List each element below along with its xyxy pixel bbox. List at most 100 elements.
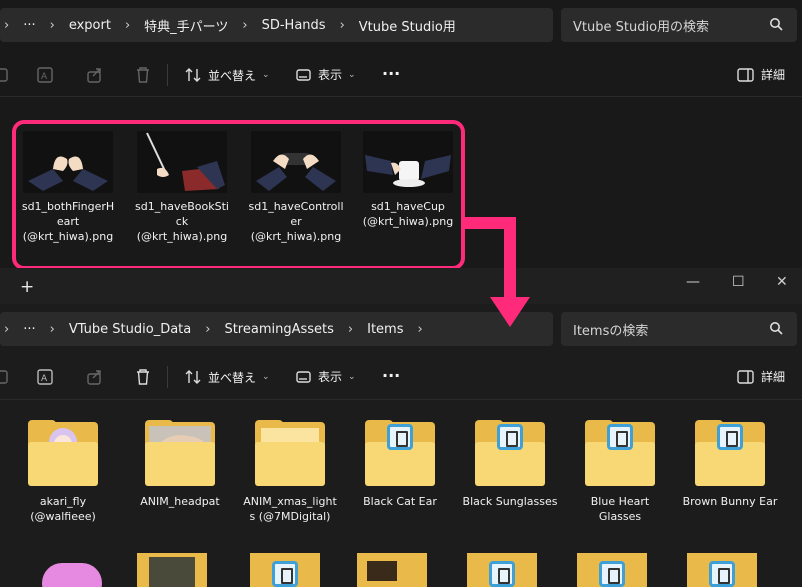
- chevron-down-icon: ⌄: [262, 372, 270, 382]
- search-box[interactable]: Itemsの検索: [561, 312, 797, 346]
- new-tab-button[interactable]: +: [20, 277, 34, 297]
- arrow-icon: [465, 217, 530, 327]
- details-label: 詳細: [761, 68, 786, 82]
- details-pane-icon: [737, 67, 754, 82]
- view-label: 表示: [318, 68, 343, 82]
- folder-name-line: ANIM_xmas_light: [243, 495, 337, 508]
- vtube-studio-icon: [599, 561, 625, 587]
- svg-text:A: A: [41, 72, 48, 82]
- chevron-icon: ›: [49, 321, 55, 337]
- search-icon: [770, 322, 783, 335]
- search-box[interactable]: Vtube Studio用の検索: [561, 8, 797, 42]
- divider: [0, 399, 802, 400]
- vtube-studio-icon: [709, 561, 735, 587]
- more-breadcrumbs-button[interactable]: ···: [23, 18, 35, 33]
- folder-item-partial[interactable]: [467, 553, 567, 587]
- folder-item[interactable]: Brown Bunny Ear: [680, 420, 780, 509]
- folder-item[interactable]: Black Sunglasses: [460, 420, 560, 509]
- delete-icon[interactable]: [134, 66, 152, 84]
- share-icon[interactable]: [86, 368, 104, 386]
- vtube-studio-icon: [607, 424, 633, 450]
- folder-icon: [475, 420, 545, 486]
- vtube-studio-icon: [489, 561, 515, 587]
- folder-name-line: Blue Heart: [590, 495, 650, 508]
- paste-icon[interactable]: [0, 368, 12, 386]
- chevron-icon: ›: [205, 321, 211, 337]
- paste-icon[interactable]: [0, 66, 12, 84]
- minimize-button[interactable]: —: [686, 274, 700, 290]
- folder-item[interactable]: Black Cat Ear: [350, 420, 450, 509]
- folder-item[interactable]: Blue Heart Glasses: [570, 420, 670, 524]
- chevron-icon: ›: [347, 321, 354, 337]
- folder-icon: [585, 420, 655, 486]
- chevron-icon: ›: [49, 17, 55, 33]
- view-icon: [296, 370, 311, 383]
- rename-icon[interactable]: A: [36, 368, 54, 386]
- sort-label: 並べ替え: [208, 68, 257, 83]
- folder-item-partial[interactable]: [577, 553, 677, 587]
- chevron-icon: ›: [4, 17, 10, 33]
- folder-name-line: ANIM_headpat: [140, 495, 220, 508]
- folder-name-line: Black Cat Ear: [363, 495, 437, 508]
- address-bar[interactable]: › ··· › export › 特典_手パーツ › SD-Hands › Vt…: [0, 8, 553, 42]
- breadcrumb-streaming-assets[interactable]: StreamingAssets: [224, 322, 333, 337]
- chevron-icon: ›: [242, 17, 248, 33]
- vtube-studio-icon: [272, 561, 298, 587]
- chevron-icon: ›: [124, 17, 131, 33]
- details-pane-icon: [737, 369, 754, 384]
- view-button[interactable]: 表示 ⌄: [296, 66, 356, 83]
- folder-item[interactable]: ANIM_xmas_light s (@7MDigital): [240, 420, 340, 524]
- chevron-icon: ›: [339, 17, 345, 33]
- folder-icon: [28, 420, 98, 486]
- details-pane-button[interactable]: 詳細: [737, 66, 785, 83]
- photo-thumb: [149, 557, 195, 587]
- highlight-box: [12, 120, 465, 270]
- sort-button[interactable]: 並べ替え ⌄: [184, 66, 270, 84]
- folder-icon: [695, 420, 765, 486]
- vtube-studio-icon: [497, 424, 523, 450]
- chevron-icon: ›: [4, 321, 10, 337]
- view-icon: [296, 68, 311, 81]
- breadcrumb-items[interactable]: Items: [367, 322, 403, 337]
- details-label: 詳細: [761, 370, 786, 384]
- rename-icon[interactable]: A: [36, 66, 54, 84]
- delete-icon[interactable]: [134, 368, 152, 386]
- chevron-down-icon: ⌄: [348, 371, 356, 382]
- breadcrumb-tokuten[interactable]: 特典_手パーツ: [144, 16, 228, 35]
- divider: [0, 96, 802, 97]
- share-icon[interactable]: [86, 66, 104, 84]
- more-options-button[interactable]: ···: [382, 64, 400, 83]
- pink-blob-image: [42, 563, 102, 587]
- chevron-icon: ›: [417, 321, 423, 337]
- close-button[interactable]: ✕: [776, 274, 788, 290]
- sort-label: 並べ替え: [208, 370, 257, 385]
- breadcrumb-export[interactable]: export: [69, 18, 111, 33]
- sort-button[interactable]: 並べ替え ⌄: [184, 368, 270, 386]
- folder-name-line: Glasses: [598, 510, 642, 523]
- command-bar: A 並べ替え ⌄ 表示 ⌄ ··· 詳細: [0, 54, 802, 96]
- more-breadcrumbs-button[interactable]: ···: [23, 322, 35, 337]
- folder-item-partial[interactable]: [687, 553, 787, 587]
- chevron-down-icon: ⌄: [262, 70, 270, 80]
- folder-icon: [365, 420, 435, 486]
- chevron-down-icon: ⌄: [348, 69, 356, 80]
- folder-item[interactable]: ANIM_headpat: [130, 420, 230, 509]
- folder-item-partial[interactable]: [357, 553, 457, 587]
- folder-item-partial[interactable]: [250, 553, 350, 587]
- more-options-button[interactable]: ···: [382, 366, 400, 385]
- folder-item[interactable]: akari_fly (@walfieee): [13, 420, 113, 524]
- folder-item-partial[interactable]: [30, 553, 130, 587]
- search-placeholder: Itemsの検索: [573, 323, 649, 339]
- breadcrumb-sd-hands[interactable]: SD-Hands: [262, 18, 326, 33]
- explorer-window-bottom: + — ☐ ✕ › ··· › VTube Studio_Data › Stre…: [0, 268, 802, 587]
- folder-name-line: (@walfieee): [30, 510, 96, 523]
- details-pane-button[interactable]: 詳細: [737, 368, 785, 385]
- breadcrumb-vtube-studio[interactable]: Vtube Studio用: [359, 16, 456, 35]
- search-placeholder: Vtube Studio用の検索: [573, 19, 710, 35]
- maximize-button[interactable]: ☐: [732, 274, 745, 290]
- command-bar: A 並べ替え ⌄ 表示 ⌄ ··· 詳細: [0, 356, 802, 398]
- folder-item-partial[interactable]: [137, 553, 237, 587]
- view-button[interactable]: 表示 ⌄: [296, 368, 356, 385]
- breadcrumb-vtube-studio-data[interactable]: VTube Studio_Data: [69, 322, 191, 337]
- tab-bar: + — ☐ ✕: [0, 268, 802, 304]
